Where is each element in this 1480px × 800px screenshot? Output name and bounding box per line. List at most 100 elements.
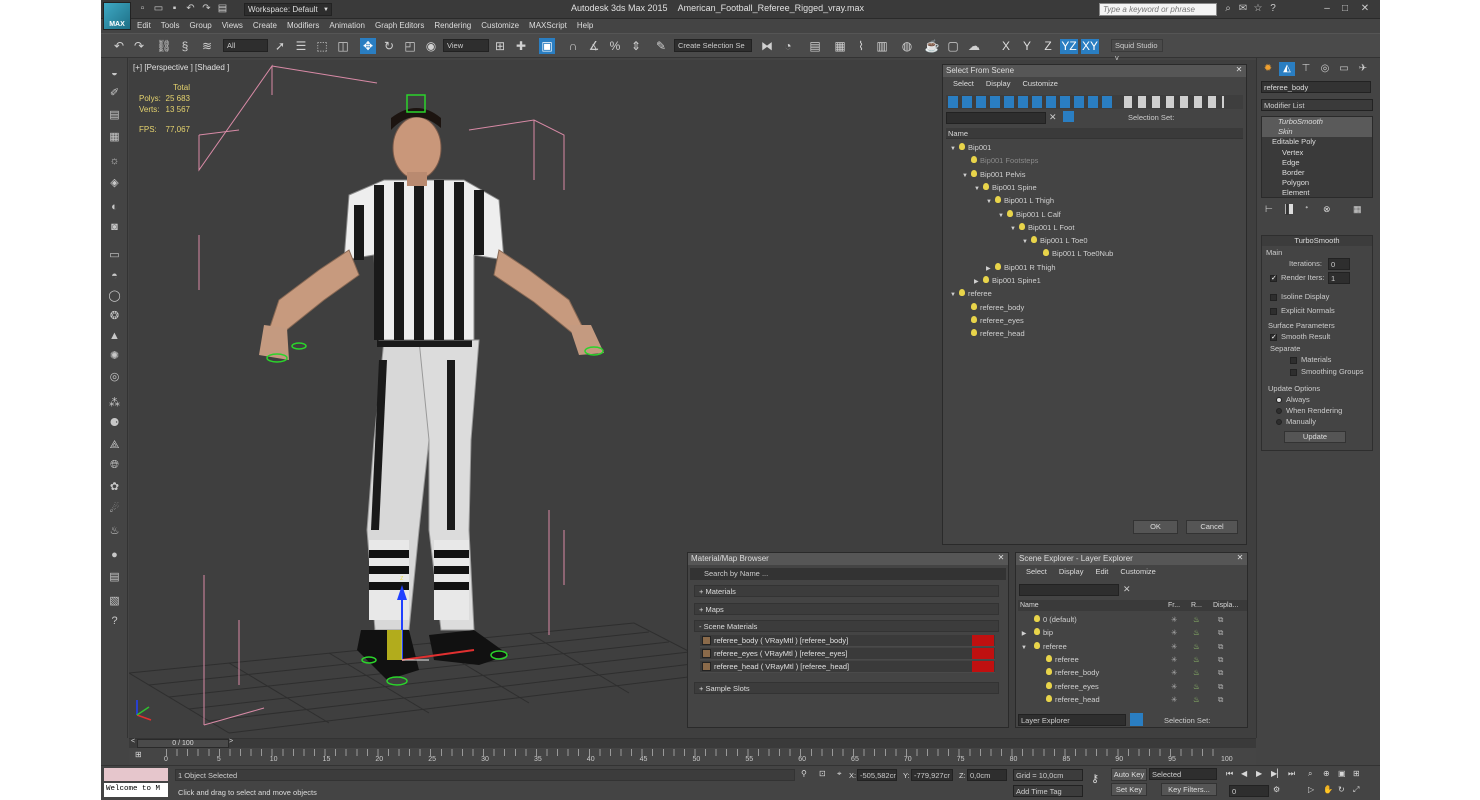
zoom-all-icon[interactable]: ⊕	[1323, 769, 1330, 778]
sphere-primitive-icon[interactable]: ◯	[107, 289, 122, 304]
material-item-body[interactable]: referee_body ( VRayMtl ) [referee_body]	[700, 635, 995, 647]
light-lister-icon[interactable]: ☼	[107, 154, 122, 169]
axis-xy-button[interactable]: XY	[1081, 39, 1099, 54]
object-name-field[interactable]: referee_body	[1261, 81, 1371, 93]
maxscript-listener-pink[interactable]	[104, 768, 168, 781]
play-icon[interactable]: ▶	[1256, 769, 1262, 778]
object-paint-icon[interactable]: ✐	[107, 86, 122, 101]
visibility-bulb-icon[interactable]	[1043, 249, 1049, 257]
render-iters-checkbox[interactable]: ✓ Render Iters:	[1270, 273, 1324, 282]
mirror-icon[interactable]: ⧓	[759, 38, 775, 54]
visibility-bulb-icon[interactable]	[983, 182, 989, 190]
current-frame-field[interactable]: 0	[1229, 785, 1269, 797]
menu-group[interactable]: Group	[189, 19, 211, 33]
col-name[interactable]: Name	[1020, 600, 1039, 611]
hair-icon[interactable]: ✿	[107, 480, 122, 495]
sun-light-icon[interactable]: ✺	[107, 349, 122, 364]
menu-select[interactable]: Select	[1026, 565, 1047, 579]
graphite-tools-icon[interactable]: ◒	[107, 66, 122, 81]
particle-flow-icon[interactable]: ⁂	[107, 396, 122, 411]
visibility-bulb-icon[interactable]	[971, 315, 977, 323]
find-case-icon[interactable]	[1063, 111, 1074, 122]
layer-manager-icon[interactable]: ▤	[107, 108, 122, 123]
name-column-header[interactable]: Name	[946, 128, 1243, 139]
expand-down-icon[interactable]: ▼	[974, 183, 983, 196]
close-icon[interactable]: ✕	[1359, 3, 1371, 15]
angle-snap-icon[interactable]: ∡	[586, 38, 602, 54]
bind-space-warp-icon[interactable]: ≋	[199, 38, 215, 54]
close-icon[interactable]: ✕	[1234, 65, 1244, 75]
isolate-selection-icon[interactable]: ◈	[107, 176, 122, 191]
renderable-teapot-icon[interactable]: ♨	[1193, 680, 1200, 693]
select-and-rotate-icon[interactable]: ↻	[381, 38, 397, 54]
select-filter-icons[interactable]	[1124, 96, 1224, 108]
maximize-viewport-icon[interactable]: ⤢	[1353, 785, 1359, 795]
undo-icon[interactable]: ↶	[185, 3, 196, 14]
zoom-extents-all-icon[interactable]: ⊞	[1353, 769, 1360, 778]
scene-materials-rollout[interactable]: - Scene Materials	[694, 620, 999, 632]
rectangular-selection-icon[interactable]: ⬚	[314, 38, 330, 54]
render-frame-icon[interactable]: ◙	[107, 220, 122, 235]
freeze-icon[interactable]: ✳	[1171, 613, 1177, 626]
geosphere-icon[interactable]: ❂	[107, 309, 122, 324]
isoline-display-checkbox[interactable]: Isoline Display	[1270, 292, 1329, 301]
zoom-icon[interactable]: ⌕	[1308, 769, 1312, 779]
modifier-stack-item[interactable]: Edge	[1262, 158, 1372, 168]
menu-edit[interactable]: Edit	[1095, 565, 1108, 579]
toggle-layer-explorer-icon[interactable]: ▦	[832, 38, 848, 54]
selection-filter-dropdown[interactable]: All	[223, 39, 268, 52]
update-when-rendering-radio[interactable]: When Rendering	[1276, 406, 1342, 415]
material-item-head[interactable]: referee_head ( VRayMtl ) [referee_head]	[700, 661, 995, 673]
col-render[interactable]: R...	[1191, 600, 1202, 611]
tree-node[interactable]: ▼ Bip001 L Toe0	[1022, 234, 1088, 247]
visibility-bulb-icon[interactable]	[1046, 681, 1052, 689]
squid-studio-button[interactable]: Squid Studio v	[1111, 39, 1163, 62]
visibility-bulb-icon[interactable]	[1034, 641, 1040, 649]
visibility-bulb-icon[interactable]	[971, 302, 977, 310]
tree-node[interactable]: ▼ referee	[950, 287, 992, 300]
favorites-icon[interactable]: ☆	[1252, 3, 1264, 15]
layer-row[interactable]: referee_eyes ✳ ♨ ⧉	[1018, 680, 1247, 693]
renderable-teapot-icon[interactable]: ♨	[1193, 666, 1200, 679]
tree-node[interactable]: referee_body	[962, 301, 1024, 314]
workspace-dropdown[interactable]: Workspace: Default ▼	[244, 3, 332, 16]
menu-animation[interactable]: Animation	[329, 19, 365, 33]
search-input[interactable]: Type a keyword or phrase	[1099, 3, 1217, 16]
configure-sets-icon[interactable]: ▦	[1353, 204, 1362, 215]
tree-node[interactable]: ▼ Bip001 L Thigh	[986, 194, 1054, 207]
render-setup-icon[interactable]: ☕	[924, 38, 940, 54]
save-icon[interactable]: ▪	[169, 3, 180, 14]
vray-icon[interactable]: ☄	[107, 502, 122, 517]
menu-display[interactable]: Display	[1059, 565, 1084, 579]
key-mode-dropdown[interactable]: Selected	[1149, 768, 1217, 780]
keyboard-shortcut-override-icon[interactable]: ▣	[539, 38, 555, 54]
schematic-view-icon[interactable]: ▥	[874, 38, 890, 54]
z-coord-field[interactable]: 0,0cm	[967, 769, 1007, 781]
search-icon[interactable]: ⌕	[1222, 3, 1234, 15]
redo-icon[interactable]: ↷	[201, 3, 212, 14]
close-icon[interactable]: ✕	[1235, 553, 1245, 563]
modifier-stack-item[interactable]: Border	[1262, 168, 1372, 178]
layer-row[interactable]: ▶ bip ✳ ♨ ⧉	[1018, 626, 1247, 639]
display-box-icon[interactable]: ⧉	[1218, 626, 1223, 639]
pin-stack-icon[interactable]: ⊢	[1265, 204, 1273, 215]
layer-row[interactable]: ▼ referee ✳ ♨ ⧉	[1018, 640, 1247, 653]
asset-tracking-icon[interactable]: ▤	[107, 570, 122, 585]
key-filters-button[interactable]: Key Filters...	[1161, 783, 1217, 796]
select-object-icon[interactable]: ➚	[272, 38, 288, 54]
visibility-bulb-icon[interactable]	[1007, 209, 1013, 217]
hierarchy-tab-icon[interactable]: ⊤	[1298, 62, 1314, 76]
maxscript-listener[interactable]: Welcome to M	[104, 783, 168, 797]
named-selection-dropdown[interactable]: Create Selection Se	[674, 39, 752, 52]
visibility-bulb-icon[interactable]	[995, 196, 1001, 204]
tree-node[interactable]: Bip001 Footsteps	[962, 154, 1038, 167]
box-primitive-icon[interactable]: ▭	[107, 248, 122, 263]
display-box-icon[interactable]: ⧉	[1218, 653, 1223, 666]
tree-node[interactable]: ▼ Bip001 Spine	[974, 181, 1037, 194]
dynamics-icon[interactable]: ⚈	[107, 416, 122, 431]
select-by-name-icon[interactable]: ☰	[293, 38, 309, 54]
redo-icon[interactable]: ↷	[131, 38, 147, 54]
expand-down-icon[interactable]: ▼	[998, 210, 1007, 223]
slider-next-icon[interactable]: >	[229, 738, 233, 745]
visibility-bulb-icon[interactable]	[1046, 668, 1052, 676]
